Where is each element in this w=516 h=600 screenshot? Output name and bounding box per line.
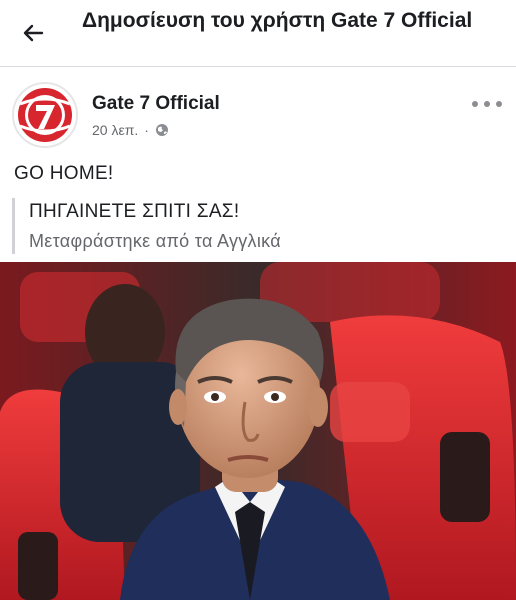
translation-block: ΠΗΓΑΙΝΕΤΕ ΣΠΙΤΙ ΣΑΣ! Μεταφράστηκε από τα… [12, 198, 492, 254]
more-dot [496, 101, 502, 107]
meta-separator: · [144, 122, 149, 138]
post-photo[interactable] [0, 262, 516, 600]
back-button[interactable] [18, 18, 48, 48]
post-text: GO HOME! [14, 163, 114, 184]
photo-illustration [0, 262, 516, 600]
more-horizontal-icon [472, 101, 478, 107]
globe-icon [155, 124, 168, 136]
app-bar: Δημοσίευση του χρήστη Gate 7 Official [0, 0, 516, 67]
gate7-logo [14, 84, 76, 146]
arrow-left-icon [23, 24, 44, 42]
translated-text: ΠΗΓΑΙΝΕΤΕ ΣΠΙΤΙ ΣΑΣ! [29, 201, 240, 222]
more-options-button[interactable] [472, 96, 502, 112]
post-header: Gate 7 Official 20 λεπ. · [0, 72, 516, 152]
avatar[interactable] [12, 82, 78, 148]
translation-note[interactable]: Μεταφράστηκε από τα Αγγλικά [29, 228, 492, 254]
more-dot [484, 101, 490, 107]
post-meta: 20 λεπ. · [92, 122, 169, 138]
post-author[interactable]: Gate 7 Official [92, 93, 220, 115]
page-title: Δημοσίευση του χρήστη Gate 7 Official [82, 9, 473, 32]
post-time[interactable]: 20 λεπ. [92, 122, 138, 138]
